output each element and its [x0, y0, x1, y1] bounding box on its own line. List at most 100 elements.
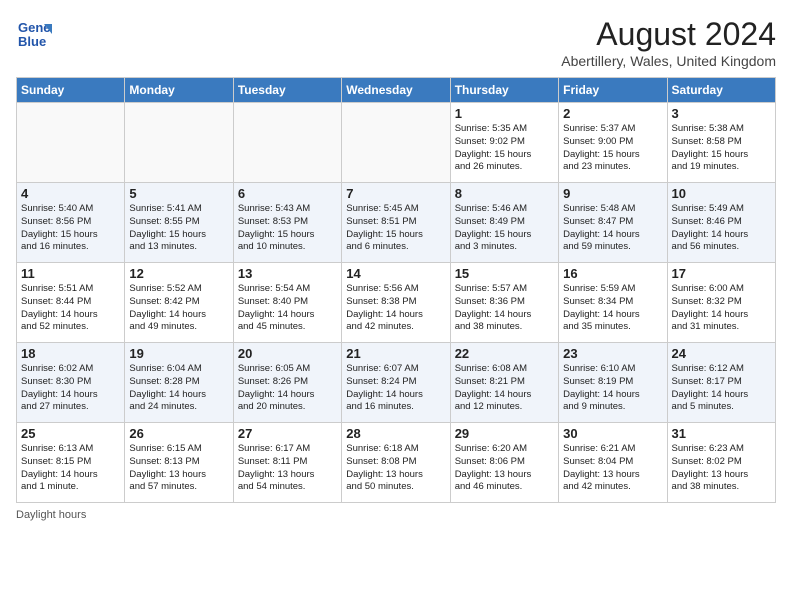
- calendar-cell: 3 Sunrise: 5:38 AM Sunset: 8:58 PM Daylig…: [667, 103, 775, 183]
- calendar-cell: 24Sunrise: 6:12 AM Sunset: 8:17 PM Dayli…: [667, 343, 775, 423]
- day-number: 14: [346, 266, 445, 281]
- calendar-cell: 9Sunrise: 5:48 AM Sunset: 8:47 PM Daylig…: [559, 183, 667, 263]
- day-info: Sunrise: 6:07 AM Sunset: 8:24 PM Dayligh…: [346, 363, 445, 414]
- day-number: 1: [455, 106, 554, 121]
- calendar-cell: 17Sunrise: 6:00 AM Sunset: 8:32 PM Dayli…: [667, 263, 775, 343]
- day-number: 27: [238, 426, 337, 441]
- calendar-cell: [342, 103, 450, 183]
- day-number: 29: [455, 426, 554, 441]
- month-year-title: August 2024: [561, 16, 776, 53]
- calendar-cell: 6 Sunrise: 5:43 AM Sunset: 8:53 PM Daylig…: [233, 183, 341, 263]
- day-number: 5: [129, 186, 228, 201]
- calendar-week-4: 18Sunrise: 6:02 AM Sunset: 8:30 PM Dayli…: [17, 343, 776, 423]
- calendar-cell: 28Sunrise: 6:18 AM Sunset: 8:08 PM Dayli…: [342, 423, 450, 503]
- calendar-cell: 8Sunrise: 5:46 AM Sunset: 8:49 PM Daylig…: [450, 183, 558, 263]
- calendar-cell: 19 Sunrise: 6:04 AM Sunset: 8:28 PM Dayli…: [125, 343, 233, 423]
- logo-icon: General Blue: [16, 16, 52, 52]
- calendar-cell: 15Sunrise: 5:57 AM Sunset: 8:36 PM Dayli…: [450, 263, 558, 343]
- calendar-cell: 25Sunrise: 6:13 AM Sunset: 8:15 PM Dayli…: [17, 423, 125, 503]
- weekday-header-wednesday: Wednesday: [342, 78, 450, 103]
- calendar-week-5: 25Sunrise: 6:13 AM Sunset: 8:15 PM Dayli…: [17, 423, 776, 503]
- calendar-cell: 20 Sunrise: 6:05 AM Sunset: 8:26 PM Dayli…: [233, 343, 341, 423]
- weekday-header-saturday: Saturday: [667, 78, 775, 103]
- day-info: Sunrise: 5:49 AM Sunset: 8:46 PM Dayligh…: [672, 203, 771, 254]
- day-number: 20: [238, 346, 337, 361]
- day-info: Sunrise: 6:10 AM Sunset: 8:19 PM Dayligh…: [563, 363, 662, 414]
- calendar-cell: 10 Sunrise: 5:49 AM Sunset: 8:46 PM Dayli…: [667, 183, 775, 263]
- location-subtitle: Abertillery, Wales, United Kingdom: [561, 53, 776, 69]
- day-number: 23: [563, 346, 662, 361]
- calendar-cell: [17, 103, 125, 183]
- day-info: Sunrise: 6:04 AM Sunset: 8:28 PM Dayligh…: [129, 363, 228, 414]
- day-number: 6: [238, 186, 337, 201]
- day-number: 31: [672, 426, 771, 441]
- day-info: Sunrise: 5:46 AM Sunset: 8:49 PM Dayligh…: [455, 203, 554, 254]
- day-info: Sunrise: 5:56 AM Sunset: 8:38 PM Dayligh…: [346, 283, 445, 334]
- calendar-cell: 18Sunrise: 6:02 AM Sunset: 8:30 PM Dayli…: [17, 343, 125, 423]
- page-header: General Blue August 2024 Abertillery, Wa…: [16, 16, 776, 69]
- day-info: Sunrise: 5:59 AM Sunset: 8:34 PM Dayligh…: [563, 283, 662, 334]
- day-number: 2: [563, 106, 662, 121]
- svg-text:Blue: Blue: [18, 34, 46, 49]
- day-number: 24: [672, 346, 771, 361]
- calendar-cell: 11Sunrise: 5:51 AM Sunset: 8:44 PM Dayli…: [17, 263, 125, 343]
- day-number: 18: [21, 346, 120, 361]
- day-number: 10: [672, 186, 771, 201]
- day-number: 9: [563, 186, 662, 201]
- calendar-cell: 22 Sunrise: 6:08 AM Sunset: 8:21 PM Dayli…: [450, 343, 558, 423]
- day-number: 25: [21, 426, 120, 441]
- title-area: August 2024 Abertillery, Wales, United K…: [561, 16, 776, 69]
- day-number: 22: [455, 346, 554, 361]
- day-number: 7: [346, 186, 445, 201]
- calendar-cell: [125, 103, 233, 183]
- day-number: 30: [563, 426, 662, 441]
- weekday-header-row: SundayMondayTuesdayWednesdayThursdayFrid…: [17, 78, 776, 103]
- calendar-cell: 7 Sunrise: 5:45 AM Sunset: 8:51 PM Daylig…: [342, 183, 450, 263]
- calendar-cell: 5Sunrise: 5:41 AM Sunset: 8:55 PM Daylig…: [125, 183, 233, 263]
- day-info: Sunrise: 6:23 AM Sunset: 8:02 PM Dayligh…: [672, 443, 771, 494]
- weekday-header-tuesday: Tuesday: [233, 78, 341, 103]
- day-info: Sunrise: 5:38 AM Sunset: 8:58 PM Dayligh…: [672, 123, 771, 174]
- day-info: Sunrise: 6:08 AM Sunset: 8:21 PM Dayligh…: [455, 363, 554, 414]
- day-number: 21: [346, 346, 445, 361]
- calendar-week-3: 11Sunrise: 5:51 AM Sunset: 8:44 PM Dayli…: [17, 263, 776, 343]
- weekday-header-thursday: Thursday: [450, 78, 558, 103]
- day-number: 26: [129, 426, 228, 441]
- day-info: Sunrise: 6:20 AM Sunset: 8:06 PM Dayligh…: [455, 443, 554, 494]
- calendar-cell: 16 Sunrise: 5:59 AM Sunset: 8:34 PM Dayli…: [559, 263, 667, 343]
- calendar-cell: 12Sunrise: 5:52 AM Sunset: 8:42 PM Dayli…: [125, 263, 233, 343]
- day-info: Sunrise: 5:43 AM Sunset: 8:53 PM Dayligh…: [238, 203, 337, 254]
- day-info: Sunrise: 5:35 AM Sunset: 9:02 PM Dayligh…: [455, 123, 554, 174]
- calendar-cell: 4 Sunrise: 5:40 AM Sunset: 8:56 PM Daylig…: [17, 183, 125, 263]
- calendar-cell: 31 Sunrise: 6:23 AM Sunset: 8:02 PM Dayli…: [667, 423, 775, 503]
- day-number: 12: [129, 266, 228, 281]
- day-info: Sunrise: 5:57 AM Sunset: 8:36 PM Dayligh…: [455, 283, 554, 334]
- weekday-header-monday: Monday: [125, 78, 233, 103]
- day-info: Sunrise: 6:21 AM Sunset: 8:04 PM Dayligh…: [563, 443, 662, 494]
- day-number: 13: [238, 266, 337, 281]
- day-number: 3: [672, 106, 771, 121]
- day-info: Sunrise: 5:40 AM Sunset: 8:56 PM Dayligh…: [21, 203, 120, 254]
- day-info: Sunrise: 5:45 AM Sunset: 8:51 PM Dayligh…: [346, 203, 445, 254]
- footer-note: Daylight hours: [16, 509, 776, 521]
- calendar-cell: 1 Sunrise: 5:35 AM Sunset: 9:02 PM Daylig…: [450, 103, 558, 183]
- calendar-week-2: 4 Sunrise: 5:40 AM Sunset: 8:56 PM Daylig…: [17, 183, 776, 263]
- calendar-cell: 27 Sunrise: 6:17 AM Sunset: 8:11 PM Dayli…: [233, 423, 341, 503]
- day-number: 16: [563, 266, 662, 281]
- calendar-cell: 2Sunrise: 5:37 AM Sunset: 9:00 PM Daylig…: [559, 103, 667, 183]
- logo: General Blue: [16, 16, 52, 52]
- day-info: Sunrise: 6:05 AM Sunset: 8:26 PM Dayligh…: [238, 363, 337, 414]
- calendar-table: SundayMondayTuesdayWednesdayThursdayFrid…: [16, 77, 776, 503]
- calendar-cell: 14 Sunrise: 5:56 AM Sunset: 8:38 PM Dayli…: [342, 263, 450, 343]
- weekday-header-sunday: Sunday: [17, 78, 125, 103]
- calendar-cell: 21 Sunrise: 6:07 AM Sunset: 8:24 PM Dayli…: [342, 343, 450, 423]
- calendar-cell: 30 Sunrise: 6:21 AM Sunset: 8:04 PM Dayli…: [559, 423, 667, 503]
- day-info: Sunrise: 6:18 AM Sunset: 8:08 PM Dayligh…: [346, 443, 445, 494]
- day-info: Sunrise: 6:17 AM Sunset: 8:11 PM Dayligh…: [238, 443, 337, 494]
- day-number: 4: [21, 186, 120, 201]
- day-number: 17: [672, 266, 771, 281]
- day-number: 19: [129, 346, 228, 361]
- calendar-cell: 29 Sunrise: 6:20 AM Sunset: 8:06 PM Dayli…: [450, 423, 558, 503]
- calendar-cell: 13 Sunrise: 5:54 AM Sunset: 8:40 PM Dayli…: [233, 263, 341, 343]
- day-info: Sunrise: 5:54 AM Sunset: 8:40 PM Dayligh…: [238, 283, 337, 334]
